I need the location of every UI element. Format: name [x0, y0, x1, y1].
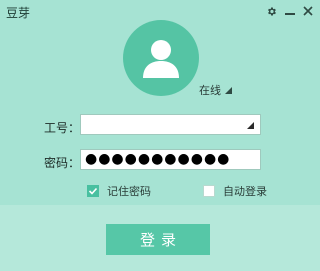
minimize-icon[interactable] — [283, 3, 296, 19]
employee-id-input[interactable] — [81, 116, 260, 136]
auto-login-checkbox[interactable] — [203, 185, 215, 197]
remember-password-label: 记住密码 — [107, 185, 151, 198]
login-button[interactable]: 登录 — [106, 224, 210, 255]
status-label: 在线 — [199, 84, 221, 97]
login-window: 豆芽 在线 工号： 密码： ●●●●●●●●●●● 记住密码 自动登录 登录 — [0, 0, 320, 271]
auto-login-option[interactable]: 自动登录 — [203, 183, 267, 199]
password-field[interactable]: ●●●●●●●●●●● — [80, 149, 261, 170]
remember-password-option[interactable]: 记住密码 — [87, 183, 151, 199]
remember-password-checkbox[interactable] — [87, 185, 99, 197]
user-avatar-icon[interactable] — [123, 20, 199, 96]
status-selector[interactable]: 在线 — [199, 82, 232, 98]
employee-id-label: 工号： — [44, 121, 81, 135]
password-label: 密码： — [44, 156, 81, 170]
employee-id-field[interactable] — [80, 114, 261, 136]
gear-icon[interactable] — [265, 3, 278, 19]
auto-login-label: 自动登录 — [223, 185, 267, 198]
password-value: ●●●●●●●●●●● — [85, 151, 231, 167]
app-title: 豆芽 — [6, 6, 31, 20]
status-dropdown-icon — [225, 86, 232, 94]
checkmark-icon — [88, 187, 98, 195]
window-controls — [265, 3, 314, 19]
close-icon[interactable] — [301, 3, 314, 19]
employee-id-dropdown-icon[interactable] — [247, 122, 254, 129]
